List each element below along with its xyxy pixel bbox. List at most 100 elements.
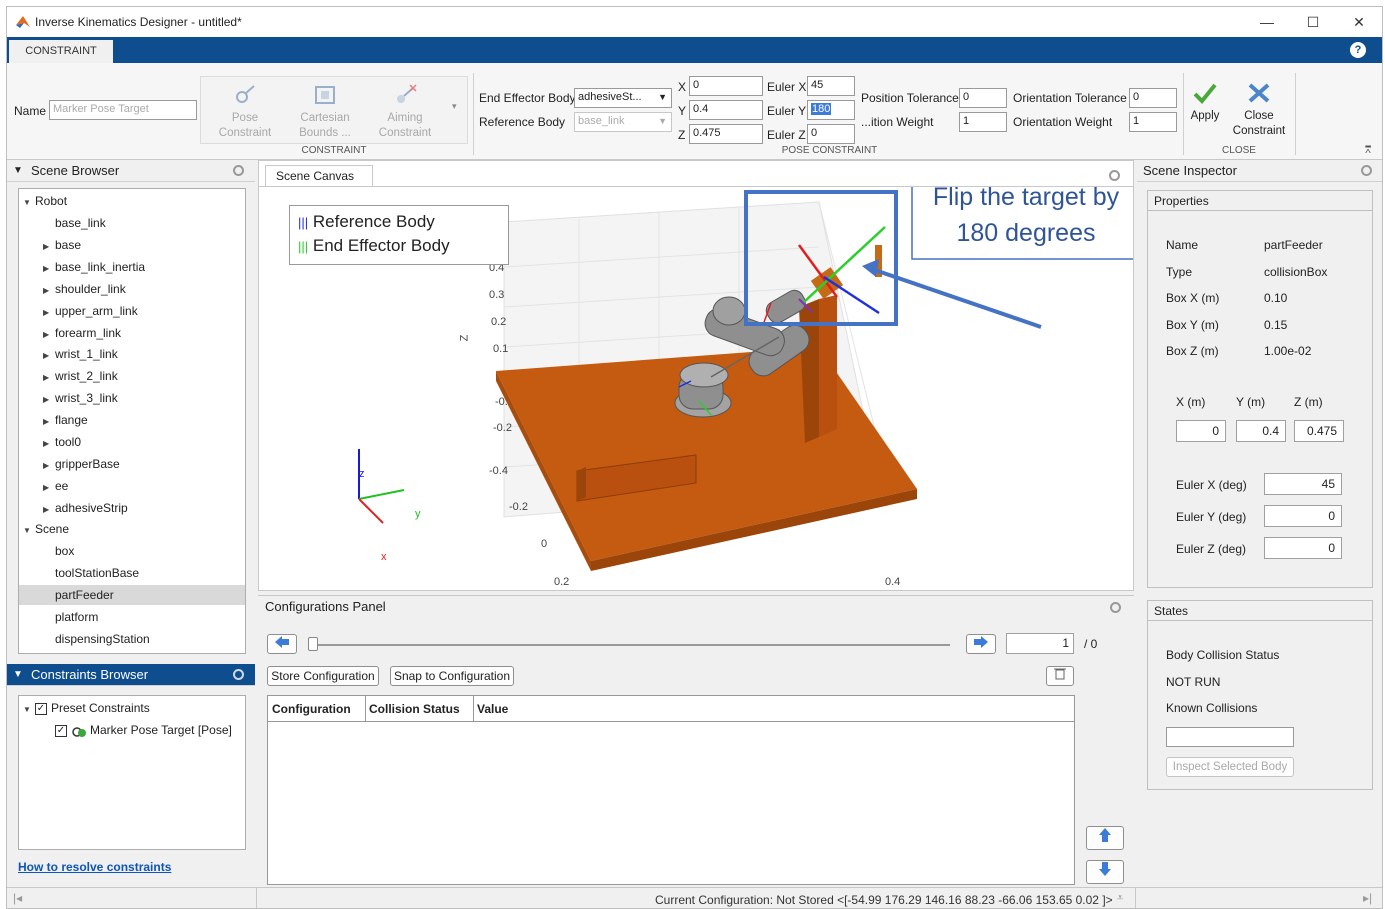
tree-node-robot-link[interactable]: ▶ adhesiveStrip: [43, 498, 128, 518]
tree-node-marker-pose-target[interactable]: ✓ Marker Pose Target [Pose]: [55, 720, 232, 740]
expand-down-icon: ▼: [23, 526, 31, 535]
close-x-icon: [1248, 83, 1270, 103]
z-input[interactable]: 0.475: [689, 124, 763, 144]
tab-constraint[interactable]: CONSTRAINT: [9, 40, 113, 63]
tree-node-robot[interactable]: ▼ Robot: [23, 191, 67, 211]
inspector-y-input[interactable]: 0.4: [1236, 420, 1286, 442]
euler-y-input[interactable]: 180: [807, 100, 855, 120]
tree-node-robot-link[interactable]: ▶ upper_arm_link: [43, 301, 138, 321]
panel-options-icon[interactable]: [1361, 165, 1372, 176]
inspect-selected-body-button[interactable]: Inspect Selected Body: [1166, 757, 1294, 777]
delete-configuration-button[interactable]: [1046, 666, 1074, 686]
tree-node-robot-link[interactable]: base_link: [43, 213, 106, 233]
store-configuration-button[interactable]: Store Configuration: [267, 666, 379, 686]
position-tolerance-input[interactable]: 0: [959, 88, 1007, 108]
position-weight-input[interactable]: 1: [959, 112, 1007, 132]
tree-node-robot-link[interactable]: ▶ tool0: [43, 432, 81, 452]
z-label: Z: [678, 128, 686, 142]
move-down-button[interactable]: [1086, 860, 1124, 884]
euler-z-input[interactable]: 0: [807, 124, 855, 144]
help-icon[interactable]: ?: [1350, 42, 1366, 58]
tree-node-scene-item[interactable]: box: [19, 541, 245, 561]
orientation-tolerance-input[interactable]: 0: [1129, 88, 1177, 108]
tree-node-robot-link[interactable]: ▶ base_link_inertia: [43, 257, 145, 277]
aiming-constraint-icon: [397, 84, 417, 103]
pose-constraint-button[interactable]: Pose Constraint: [207, 83, 283, 141]
collapse-ribbon-icon[interactable]: ⩞: [1365, 145, 1371, 156]
minimize-button[interactable]: —: [1247, 11, 1287, 33]
status-expand-icon[interactable]: ⩡: [1117, 892, 1123, 905]
panel-options-icon[interactable]: [233, 165, 244, 176]
configuration-slider[interactable]: [308, 644, 950, 646]
aiming-constraint-button[interactable]: Aiming Constraint: [367, 83, 443, 141]
cartesian-bounds-button[interactable]: Cartesian Bounds ...: [287, 83, 363, 141]
configuration-index-input[interactable]: 1: [1006, 633, 1074, 654]
tree-node-scene-item[interactable]: dispensingStation: [19, 629, 245, 649]
tree-node-robot-link[interactable]: ▶ ee: [43, 476, 68, 496]
tree-node-scene-item[interactable]: toolStationBase: [19, 563, 245, 583]
tree-node-robot-link[interactable]: ▶ shoulder_link: [43, 279, 126, 299]
panel-options-icon[interactable]: [233, 669, 244, 680]
tree-node-scene-item[interactable]: platform: [19, 607, 245, 627]
y-input[interactable]: 0.4: [689, 100, 763, 120]
resolve-constraints-link[interactable]: How to resolve constraints: [18, 860, 171, 874]
snap-to-configuration-button[interactable]: Snap to Configuration: [390, 666, 514, 686]
orientation-weight-input[interactable]: 1: [1129, 112, 1177, 132]
maximize-button[interactable]: ☐: [1293, 11, 1333, 33]
slider-thumb[interactable]: [308, 637, 318, 651]
checkbox-marker-pose[interactable]: ✓: [55, 724, 67, 737]
apply-button[interactable]: Apply: [1185, 81, 1225, 124]
checkbox-preset[interactable]: ✓: [35, 702, 47, 715]
separator: [473, 73, 474, 155]
tree-node-robot-link[interactable]: ▶ base: [43, 235, 81, 255]
inspector-euler-z-input[interactable]: 0: [1264, 537, 1342, 559]
tab-scene-canvas[interactable]: Scene Canvas: [265, 165, 373, 187]
close-window-button[interactable]: ✕: [1339, 11, 1379, 33]
x-input[interactable]: 0: [689, 76, 763, 96]
column-configuration[interactable]: Configuration: [272, 702, 351, 716]
body-collision-status-label: Body Collision Status: [1166, 648, 1280, 662]
reference-body-dropdown[interactable]: base_link ▼: [574, 112, 672, 132]
gallery-expand-icon[interactable]: ▾: [452, 101, 457, 112]
inspector-euler-y-input[interactable]: 0: [1264, 505, 1342, 527]
chevron-down-icon: ▼: [658, 92, 667, 102]
tree-node-preset-constraints[interactable]: ▼ ✓ Preset Constraints: [23, 698, 150, 718]
tree-node-robot-link[interactable]: ▶ wrist_2_link: [43, 366, 118, 386]
tree-node-robot-link[interactable]: ▶ wrist_1_link: [43, 344, 118, 364]
tree-node-robot-link[interactable]: ▶ forearm_link: [43, 323, 121, 343]
inspector-z-input[interactable]: 0.475: [1294, 420, 1344, 442]
column-value[interactable]: Value: [477, 702, 508, 716]
scene-canvas-panel: Scene Canvas 0.4 0.3 0.2 0.1 Z -0. -0.2 …: [258, 160, 1134, 591]
step-back-button[interactable]: [267, 634, 297, 654]
status-left-icon[interactable]: |◂: [13, 891, 22, 905]
name-input[interactable]: Marker Pose Target: [49, 100, 197, 120]
status-right-icon[interactable]: ▸|: [1363, 891, 1372, 905]
tree-node-robot-link[interactable]: ▶ flange: [43, 410, 88, 430]
tree-node-robot-link[interactable]: ▶ gripperBase: [43, 454, 120, 474]
collapse-icon[interactable]: ▼: [13, 664, 23, 686]
step-forward-button[interactable]: [966, 634, 996, 654]
status-divider: [256, 888, 257, 908]
known-collisions-field[interactable]: [1166, 727, 1294, 747]
inspector-x-input[interactable]: 0: [1176, 420, 1226, 442]
column-collision-status[interactable]: Collision Status: [369, 702, 460, 716]
collapse-icon[interactable]: ▼: [13, 160, 23, 182]
arrow-up-icon: [1099, 828, 1111, 842]
inspector-euler-x-input[interactable]: 45: [1264, 473, 1342, 495]
move-up-button[interactable]: [1086, 826, 1124, 850]
tree-node-scene-item[interactable]: partFeeder: [19, 584, 245, 605]
euler-x-input[interactable]: 45: [807, 76, 855, 96]
property-key: Box X (m): [1166, 291, 1220, 305]
tree-node-scene[interactable]: ▼ Scene: [23, 519, 69, 539]
expand-right-icon: ▶: [43, 285, 50, 295]
states-title: States: [1148, 601, 1372, 621]
current-configuration-status: Current Configuration: Not Stored <[-54.…: [655, 893, 1113, 907]
close-constraint-button[interactable]: Close Constraint: [1227, 81, 1291, 139]
panel-options-icon[interactable]: [1110, 602, 1121, 613]
end-effector-dropdown[interactable]: adhesiveSt... ▼: [574, 88, 672, 108]
property-key: Name: [1166, 238, 1199, 252]
tree-node-robot-link[interactable]: ▶ wrist_3_link: [43, 388, 118, 408]
tree-node-label: wrist_2_link: [55, 369, 118, 384]
position-tolerance-label: Position Tolerance: [861, 91, 959, 105]
toolstrip-tabs: CONSTRAINT ?: [7, 37, 1382, 63]
